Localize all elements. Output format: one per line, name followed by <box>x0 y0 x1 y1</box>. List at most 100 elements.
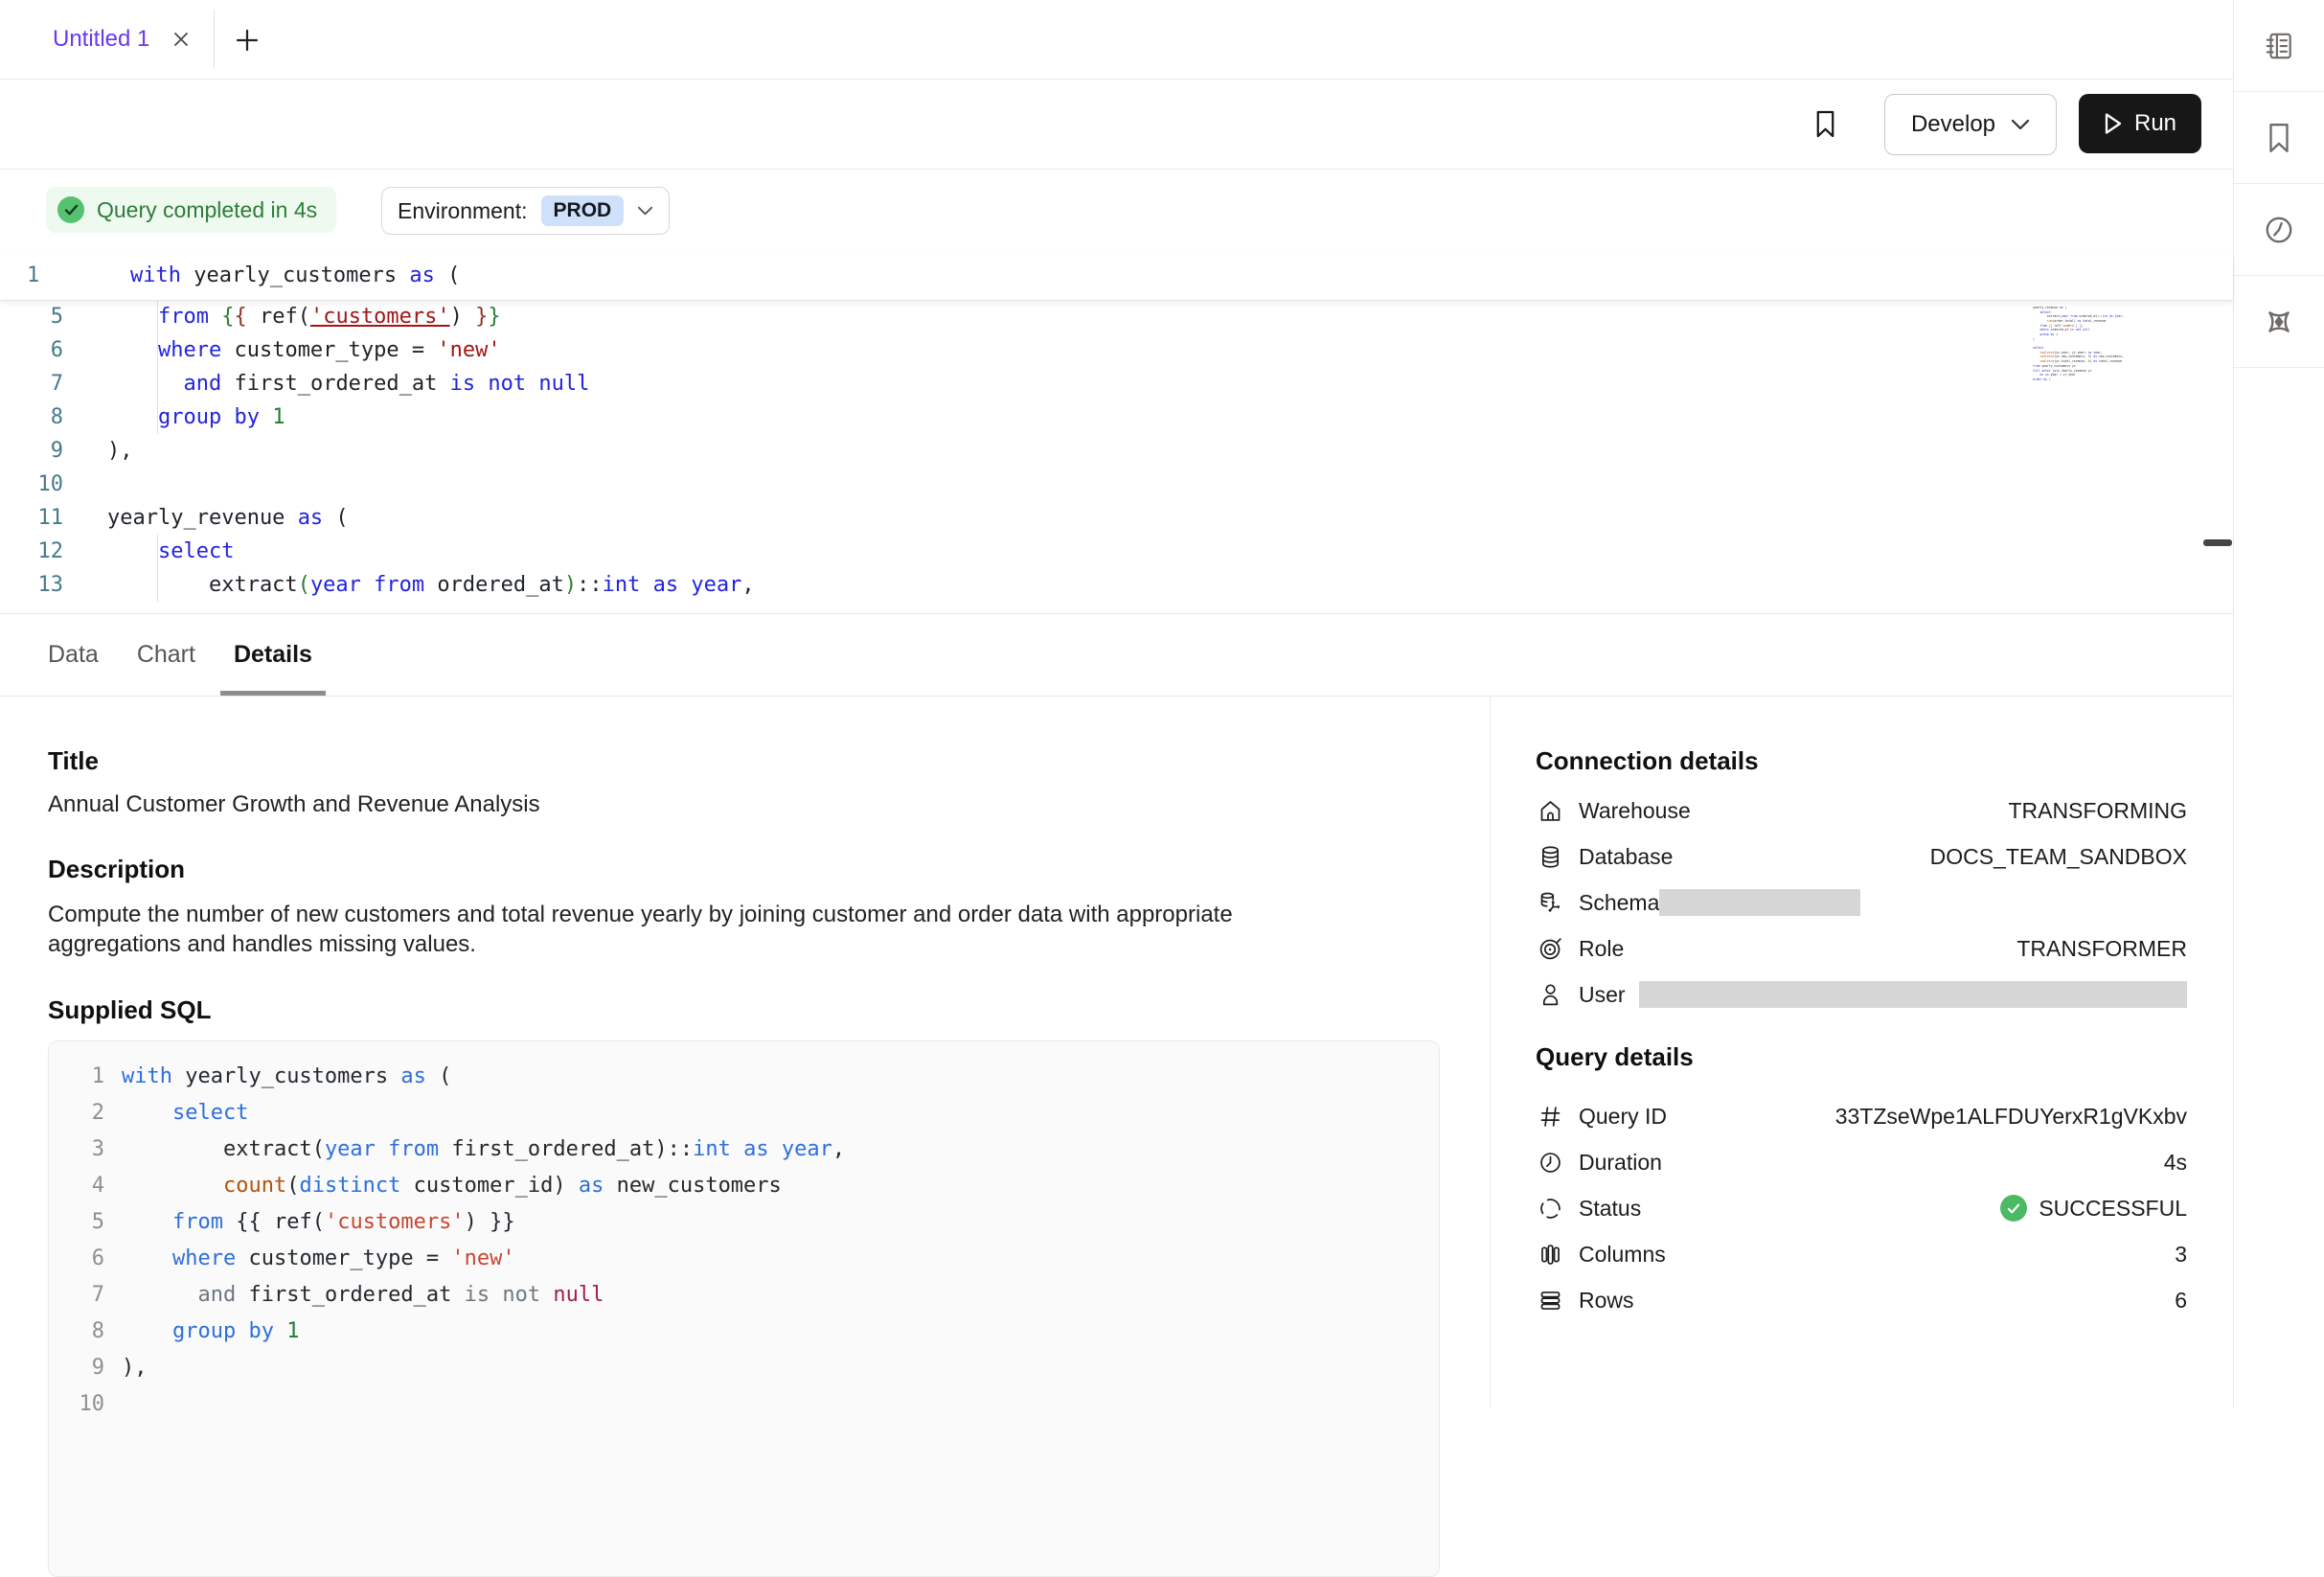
query-status-pill: Query completed in 4s <box>46 187 336 233</box>
code-line: 6 where customer_type = 'new' <box>62 1241 1439 1277</box>
title-heading: Title <box>48 746 1442 776</box>
tab-untitled-1[interactable]: Untitled 1 <box>53 0 149 79</box>
detail-row: Status SUCCESSFUL <box>1536 1185 2187 1231</box>
code-line: 1with yearly_customers as ( <box>0 255 2233 297</box>
detail-row: Duration4s <box>1536 1139 2187 1185</box>
detail-value: 33TZseWpe1ALFDUYerxR1gVKxbv <box>1835 1104 2187 1130</box>
columns-icon <box>1536 1242 1564 1268</box>
line-number: 13 <box>0 568 69 602</box>
code-line: 10 <box>0 468 755 501</box>
details-divider <box>1490 697 1491 1408</box>
code-line: 7 and first_ordered_at is not null <box>0 367 755 400</box>
line-number: 7 <box>62 1277 112 1314</box>
history-clock-icon[interactable] <box>2234 184 2324 276</box>
environment-badge: PROD <box>541 195 625 226</box>
details-right-column: Connection details WarehouseTRANSFORMING… <box>1536 697 2187 1323</box>
redacted-value <box>1639 981 2187 1008</box>
detail-row: Columns3 <box>1536 1231 2187 1277</box>
supplied-sql-block: 1with yearly_customers as (2 select3 ext… <box>48 1040 1440 1577</box>
line-number: 8 <box>62 1314 112 1350</box>
success-check-icon <box>2000 1195 2027 1222</box>
detail-value: TRANSFORMER <box>2016 936 2187 962</box>
detail-value: TRANSFORMING <box>2008 798 2187 824</box>
indent-guide <box>157 300 158 434</box>
detail-row: Rows6 <box>1536 1277 2187 1323</box>
new-tab-button[interactable] <box>228 21 266 59</box>
line-number: 4 <box>62 1168 112 1204</box>
tab-bar: Untitled 1 <box>0 0 2233 80</box>
status-row: Query completed in 4s Environment: PROD <box>0 169 2233 251</box>
toolbar: Develop Run <box>0 79 2233 170</box>
role-icon <box>1536 936 1564 962</box>
play-icon <box>2104 112 2123 135</box>
ai-compass-icon[interactable] <box>2234 276 2324 368</box>
code-line: 11yearly_revenue as ( <box>0 501 755 535</box>
environment-select[interactable]: Environment: PROD <box>381 187 670 235</box>
run-label: Run <box>2134 110 2176 137</box>
query-status-text: Query completed in 4s <box>97 197 317 223</box>
code-line: 5 from {{ ref('customers') }} <box>0 300 755 333</box>
tab-divider <box>214 10 215 69</box>
title-value: Annual Customer Growth and Revenue Analy… <box>48 791 1442 818</box>
detail-label: Role <box>1579 936 1624 962</box>
results-tab-bar: Data Chart Details <box>0 613 2233 697</box>
detail-value: DOCS_TEAM_SANDBOX <box>1930 844 2187 870</box>
code-line: 1with yearly_customers as ( <box>62 1059 1439 1095</box>
query-details-rows: Query ID 33TZseWpe1ALFDUYerxR1gVKxbv Durat… <box>1536 1093 2187 1323</box>
line-number: 6 <box>62 1241 112 1277</box>
sticky-line: 1with yearly_customers as ( <box>0 255 2233 301</box>
code-line: 8 group by 1 <box>62 1314 1439 1350</box>
tab-title-label: Untitled 1 <box>53 26 149 53</box>
environment-label: Environment: <box>398 198 528 224</box>
user-icon <box>1536 982 1564 1008</box>
line-number: 10 <box>0 468 69 501</box>
hash-icon <box>1536 1104 1564 1130</box>
line-number: 12 <box>0 535 69 568</box>
bookmark-icon[interactable] <box>2234 92 2324 184</box>
detail-label: Status <box>1579 1196 1641 1222</box>
detail-label: Query ID <box>1579 1104 1667 1130</box>
line-number: 11 <box>0 501 69 535</box>
develop-label: Develop <box>1911 111 1995 138</box>
code-line: 2 select <box>62 1095 1439 1131</box>
detail-value: 6 <box>2175 1288 2187 1314</box>
warehouse-icon <box>1536 798 1564 824</box>
code-line: 13 extract(year from ordered_at)::int as… <box>0 568 755 602</box>
database-icon <box>1536 844 1564 870</box>
code-line: 3 extract(year from first_ordered_at)::i… <box>62 1131 1439 1168</box>
line-number: 6 <box>0 333 69 367</box>
line-number: 9 <box>0 434 69 468</box>
code-line: 9), <box>62 1350 1439 1386</box>
tab-data[interactable]: Data <box>48 613 99 696</box>
detail-label: Schema <box>1579 890 1659 916</box>
redacted-value <box>1659 889 1860 916</box>
details-panel: Title Annual Customer Growth and Revenue… <box>0 697 2233 1408</box>
chevron-down-icon <box>637 206 653 216</box>
develop-button[interactable]: Develop <box>1884 94 2057 155</box>
close-tab-icon[interactable] <box>165 23 197 56</box>
line-number: 7 <box>0 367 69 400</box>
clock-icon <box>1536 1150 1564 1176</box>
code-line: 4 count(distinct customer_id) as new_cus… <box>62 1168 1439 1204</box>
line-number: 5 <box>62 1204 112 1241</box>
code-line: 7 and first_ordered_at is not null <box>62 1277 1439 1314</box>
code-line: 9), <box>0 434 755 468</box>
scrollbar-thumb[interactable] <box>2203 539 2232 546</box>
code-line: order by 1 <box>1994 377 2138 382</box>
code-editor[interactable]: 1with yearly_customers as ( 5 from {{ re… <box>0 251 2233 614</box>
query-details-heading: Query details <box>1536 1042 2187 1072</box>
notebook-icon[interactable] <box>2234 0 2324 92</box>
detail-value: SUCCESSFUL <box>2000 1195 2187 1222</box>
detail-label: Columns <box>1579 1242 1666 1268</box>
tab-details[interactable]: Details <box>234 613 312 696</box>
detail-label: Warehouse <box>1579 798 1691 824</box>
bookmark-button[interactable] <box>1803 102 1847 146</box>
code-line: 10 <box>62 1386 1439 1423</box>
detail-row: Warehouse TRANSFORMING <box>1536 788 2187 834</box>
tab-chart[interactable]: Chart <box>137 613 195 696</box>
run-button[interactable]: Run <box>2079 94 2201 153</box>
code-line: 6 where customer_type = 'new' <box>0 333 755 367</box>
line-number: 2 <box>62 1095 112 1131</box>
detail-row: User <box>1536 971 2187 1017</box>
line-number: 8 <box>0 400 69 434</box>
